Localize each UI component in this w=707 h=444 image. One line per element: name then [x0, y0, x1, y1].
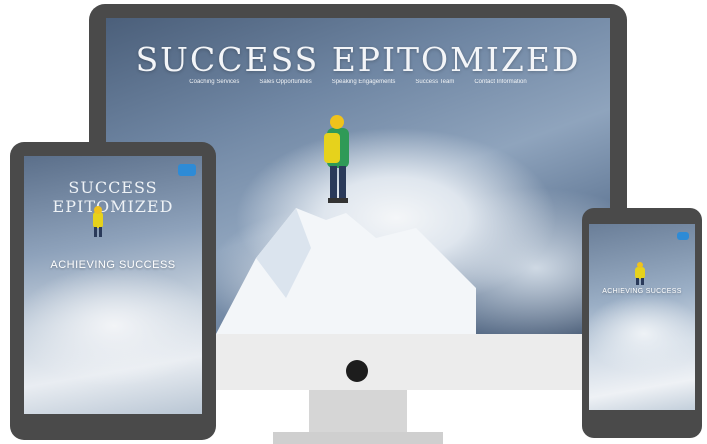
phone-screen: ACHIEVING SUCCESS — [589, 224, 695, 410]
nav-item-sales[interactable]: Sales Opportunities — [259, 79, 311, 85]
phone-tagline: ACHIEVING SUCCESS — [602, 288, 682, 295]
desktop-hero-title: SUCCESS EPITOMIZED — [135, 40, 581, 79]
tablet-menu-button[interactable] — [178, 164, 196, 176]
phone-climber-figure — [635, 262, 645, 285]
nav-item-coaching[interactable]: Coaching Services — [189, 79, 239, 85]
nav-item-speaking[interactable]: Speaking Engagements — [332, 79, 396, 85]
nav-item-team[interactable]: Success Team — [415, 79, 454, 85]
tablet-tagline: ACHIEVING SUCCESS — [50, 259, 176, 271]
nav-item-contact[interactable]: Contact Information — [474, 79, 526, 85]
tablet-hero-title: SUCCESS EPITOMIZED — [52, 178, 174, 216]
camera-dot-icon — [346, 360, 368, 382]
tablet-climber-figure — [93, 206, 103, 237]
desktop-nav: Coaching Services Sales Opportunities Sp… — [106, 79, 610, 85]
snow-ridge — [216, 208, 476, 334]
imac-stand-neck — [309, 390, 407, 432]
tablet-screen: SUCCESS EPITOMIZED ACHIEVING SUCCESS — [24, 156, 202, 414]
imac-stand-foot — [273, 432, 443, 444]
phone-menu-button[interactable] — [677, 232, 689, 240]
